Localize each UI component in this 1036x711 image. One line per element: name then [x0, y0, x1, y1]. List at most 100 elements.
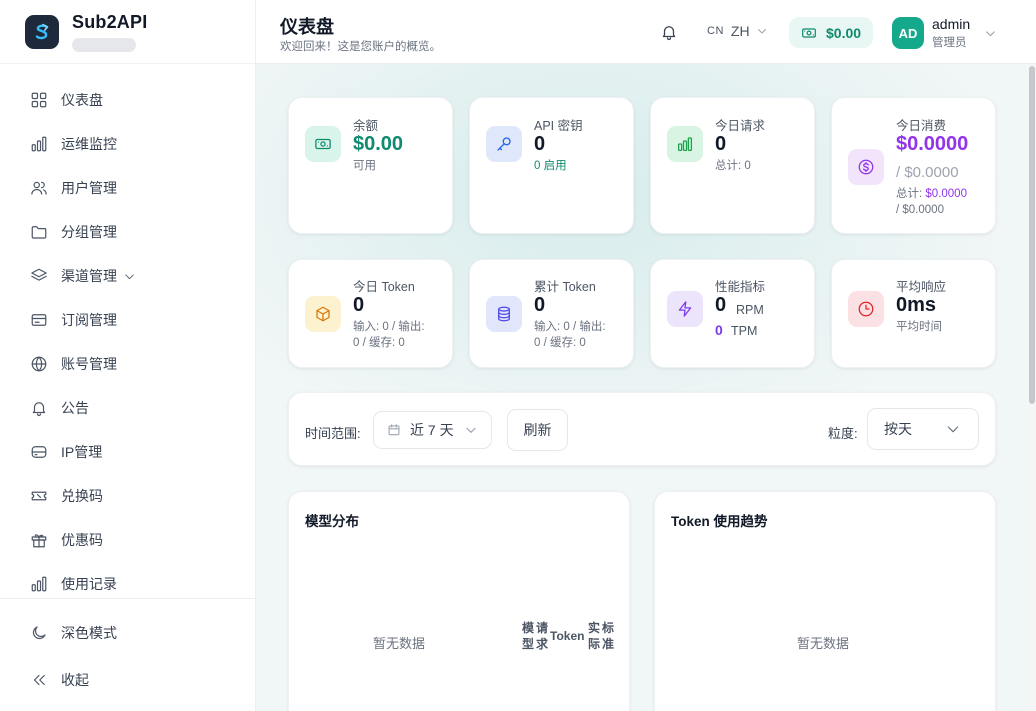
stat-label: 今日消费 [896, 119, 947, 133]
scrollbar-thumb[interactable] [1029, 66, 1035, 404]
stat-total-value: $0.0000 [925, 188, 967, 200]
stat-value: $0.0000 [896, 133, 969, 155]
page-scrollbar[interactable] [1028, 64, 1036, 711]
brand[interactable]: Sub2API [0, 0, 255, 64]
table-header-actual: 实 际 [587, 621, 600, 651]
language-selector[interactable]: CN ZH [707, 23, 768, 39]
stat-total: 总计: $0.0000 [896, 186, 967, 202]
sidebar-item-label: 优惠码 [61, 532, 103, 548]
time-range-value: 近 7 天 [410, 422, 454, 438]
sidebar-footer: 深色模式 收起 [0, 598, 255, 703]
sidebar-item-groups[interactable]: 分组管理 [0, 210, 255, 254]
ticket-icon [31, 491, 47, 501]
stat-total-sub: / $0.0000 [896, 204, 944, 216]
language-flag: CN [707, 25, 724, 37]
stat-label: 累计 Token [534, 280, 596, 294]
lightning-icon [667, 291, 703, 327]
sidebar-item-channels[interactable]: 渠道管理 [0, 254, 255, 298]
sidebar-item-accounts[interactable]: 账号管理 [0, 342, 255, 386]
sidebar-item-label: 兑换码 [61, 488, 103, 504]
granularity-label: 粒度: [828, 426, 858, 441]
table-header-requests: 请 求 [535, 621, 548, 651]
brand-logo-icon [25, 14, 59, 49]
stat-sub: 0 / 缓存: 0 [534, 337, 586, 349]
sidebar-item-label: IP管理 [61, 444, 103, 460]
stat-sub: 0 / 缓存: 0 [353, 337, 405, 349]
stat-sub: 总计: 0 [715, 160, 751, 172]
bell-icon [32, 402, 46, 417]
chevron-down-icon [757, 29, 766, 34]
server-icon [31, 446, 47, 458]
sidebar-item-label: 运维监控 [61, 136, 117, 152]
page-subtitle: 欢迎回来！这是您账户的概览。 [280, 41, 441, 53]
stat-card-balance: 余额 $0.00 可用 [288, 97, 453, 234]
sidebar-item-label: 订阅管理 [61, 312, 117, 328]
clock-icon [848, 291, 884, 327]
calendar-icon [388, 424, 400, 436]
table-header-model: 模 型 [521, 621, 534, 651]
stat-sub: 可用 [353, 160, 376, 172]
sidebar-item-label: 账号管理 [61, 356, 117, 372]
chevron-down-icon [465, 427, 476, 433]
card-icon [31, 314, 47, 326]
users-icon [31, 181, 47, 195]
gift-icon [31, 534, 47, 548]
stat-label: 性能指标 [715, 280, 766, 294]
moon-icon [32, 625, 46, 639]
empty-state: 暂无数据 [797, 636, 850, 651]
page-title: 仪表盘 [280, 17, 334, 37]
stat-label: 平均响应 [896, 280, 947, 294]
sidebar-item-label: 分组管理 [61, 224, 117, 240]
panel-title: Token 使用趋势 [671, 514, 768, 529]
table-header-standard: 标 准 [601, 621, 614, 651]
sidebar-item-label: 公告 [61, 400, 89, 416]
sidebar-item-users[interactable]: 用户管理 [0, 166, 255, 210]
avatar[interactable]: AD [892, 17, 924, 49]
chevron-down-icon[interactable] [984, 27, 997, 40]
money-icon [305, 126, 341, 162]
stat-unit: RPM [736, 303, 764, 317]
balance-amount: $0.00 [826, 24, 862, 41]
folder-icon [31, 226, 47, 239]
chevron-down-icon [947, 426, 959, 433]
granularity-value: 按天 [884, 421, 912, 437]
version-badge [72, 37, 136, 52]
stat-card-today-token: 今日 Token 0 输入: 0 / 输出: 0 / 缓存: 0 [288, 259, 453, 368]
sidebar-item-redeem-codes[interactable]: 兑换码 [0, 474, 255, 518]
granularity-select[interactable]: 按天 [867, 408, 979, 450]
empty-state: 暂无数据 [373, 636, 426, 651]
user-name[interactable]: admin [932, 16, 970, 32]
database-icon [486, 296, 522, 332]
collapse-sidebar-button[interactable]: 收起 [0, 656, 255, 703]
notification-bell-icon[interactable] [660, 23, 678, 41]
money-icon [802, 27, 816, 38]
key-icon [486, 126, 522, 162]
stat-sub: 输入: 0 / 输出: [353, 321, 425, 333]
stat-card-total-token: 累计 Token 0 输入: 0 / 输出: 0 / 缓存: 0 [469, 259, 634, 368]
sidebar-item-ip-management[interactable]: IP管理 [0, 430, 255, 474]
sidebar-item-label: 仪表盘 [61, 92, 103, 108]
chevron-down-icon [125, 273, 134, 279]
time-range-select[interactable]: 近 7 天 [373, 411, 492, 449]
refresh-button[interactable]: 刷新 [507, 409, 568, 451]
sidebar-item-subscriptions[interactable]: 订阅管理 [0, 298, 255, 342]
token-trend-panel: Token 使用趋势 暂无数据 [654, 491, 996, 711]
sidebar-item-dashboard[interactable]: 仪表盘 [0, 78, 255, 122]
stat-value: 0ms [896, 294, 937, 316]
table-header-token: Token [550, 629, 585, 643]
brand-name: Sub2API [72, 11, 148, 32]
language-code: ZH [730, 23, 750, 39]
dark-mode-toggle[interactable]: 深色模式 [0, 609, 255, 656]
stat-value: 0 [534, 294, 546, 316]
bar-chart-icon [31, 576, 47, 592]
balance-chip[interactable]: $0.00 [789, 17, 874, 48]
sidebar-item-ops-monitor[interactable]: 运维监控 [0, 122, 255, 166]
stat-value: $0.00 [353, 133, 404, 155]
stat-label: API 密钥 [534, 119, 583, 133]
sidebar-item-announcements[interactable]: 公告 [0, 386, 255, 430]
sidebar-item-promo-codes[interactable]: 优惠码 [0, 518, 255, 562]
sidebar-item-label: 渠道管理 [61, 268, 117, 284]
stat-unit: TPM [731, 324, 758, 338]
filter-bar: 时间范围: 近 7 天 刷新 粒度: 按天 [288, 392, 996, 466]
stat-sub: 平均时间 [896, 321, 942, 333]
